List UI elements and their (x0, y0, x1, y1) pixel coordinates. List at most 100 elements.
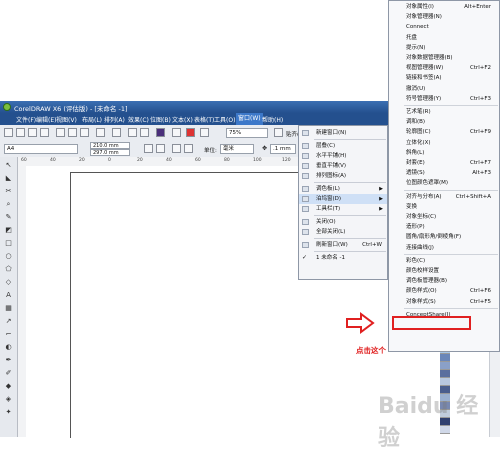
eyedropper-tool-icon[interactable]: ✒ (4, 356, 13, 365)
docker-menu-item[interactable]: 连接曲线(J) (389, 243, 499, 254)
menu-item-4[interactable]: 排列(A) (104, 115, 125, 124)
shape-tool-icon[interactable]: ◣ (4, 174, 13, 183)
save-icon[interactable] (28, 128, 37, 137)
freehand-tool-icon[interactable]: ✎ (4, 213, 13, 222)
copy-icon[interactable] (68, 128, 77, 137)
menu-item-6[interactable]: 位图(B) (150, 115, 171, 124)
text-tool-icon[interactable]: A (4, 291, 13, 300)
basic-shapes-icon[interactable]: ◇ (4, 278, 13, 287)
portrait-icon[interactable] (144, 144, 153, 153)
window-menu-item[interactable]: 关闭(O) (299, 217, 387, 227)
menu-separator (314, 238, 386, 239)
window-menu-item[interactable]: 全部关闭(L) (299, 227, 387, 237)
palette-swatch[interactable] (440, 370, 450, 378)
corel-connect-icon[interactable] (186, 128, 195, 137)
page-size-select[interactable]: A4 (4, 144, 78, 154)
paste-icon[interactable] (80, 128, 89, 137)
window-menu-item[interactable]: 新建窗口(N) (299, 128, 387, 138)
current-page-icon[interactable] (184, 144, 193, 153)
unit-select[interactable]: 毫米 (220, 144, 254, 154)
window-menu-item[interactable]: ✓ 1 未命名 -1 (299, 253, 387, 263)
menu-item-5[interactable]: 效果(C) (128, 115, 149, 124)
palette-swatch[interactable] (440, 378, 450, 386)
menu-item-7[interactable]: 文本(X) (172, 115, 193, 124)
menu-separator (404, 189, 498, 191)
dimension-tool-icon[interactable]: ↗ (4, 317, 13, 326)
palette-swatch[interactable] (440, 354, 450, 362)
menu-item-label: 1 未命名 -1 (316, 255, 345, 261)
window-menu-item[interactable]: 泊坞窗(D) ▶ (299, 194, 387, 204)
fill-tool-icon[interactable]: ◆ (4, 382, 13, 391)
menu-item-icon (302, 173, 309, 179)
window-menu-item[interactable]: 排列图标(A) (299, 171, 387, 181)
menu-item-icon (302, 163, 309, 169)
window-menu-item[interactable]: 调色板(L) ▶ (299, 184, 387, 194)
docker-menu-item[interactable]: 符号管理器(Y) Ctrl+F3 (389, 94, 499, 105)
redo-icon[interactable] (112, 128, 121, 137)
menu-item-icon (302, 206, 309, 212)
menu-item-11[interactable]: 帮助(H) (262, 115, 283, 124)
print-icon[interactable] (40, 128, 49, 137)
menu-item-label: 关闭(O) (316, 219, 336, 225)
object-styles-highlight (392, 316, 471, 330)
window-menu-item[interactable]: 层叠(C) (299, 141, 387, 151)
crop-tool-icon[interactable]: ✂ (4, 187, 13, 196)
menu-item-label: 全部关闭(L) (316, 229, 346, 235)
table-tool-icon[interactable]: ▦ (4, 304, 13, 313)
click-here-annotation: 点击这个 (356, 346, 386, 355)
pick-tool-icon[interactable]: ↖ (4, 161, 13, 170)
menu-item-icon (302, 196, 309, 202)
baidu-watermark: Baidu 经验 (378, 394, 479, 451)
window-menu-item[interactable]: 工具栏(T) ▶ (299, 204, 387, 214)
nudge-distance-field[interactable]: .1 mm (270, 144, 296, 154)
palette-swatch[interactable] (440, 362, 450, 370)
smart-fill-icon[interactable]: ◩ (4, 226, 13, 235)
polygon-tool-icon[interactable]: ⬠ (4, 265, 13, 274)
ruler-tick-label: 0 (108, 158, 111, 163)
menu-item-label: 工具栏(T) (316, 206, 341, 212)
all-pages-icon[interactable] (172, 144, 181, 153)
interactive-fill-icon[interactable]: ◈ (4, 395, 13, 404)
ellipse-tool-icon[interactable]: ○ (4, 252, 13, 261)
docker-menu-item[interactable]: 位图颜色遮罩(M) (389, 178, 499, 189)
new-document-icon[interactable] (4, 128, 13, 137)
menu-item-2[interactable]: 视图(V) (56, 115, 77, 124)
smart-drawing-icon[interactable]: ✦ (4, 408, 13, 417)
menu-separator (314, 251, 386, 252)
menu-item-0[interactable]: 文件(F) (16, 115, 36, 124)
ruler-tick-label: 20 (79, 158, 85, 163)
menu-item-label: 排列图标(A) (316, 173, 347, 179)
open-icon[interactable] (16, 128, 25, 137)
menu-item-3[interactable]: 布局(L) (82, 115, 102, 124)
cut-icon[interactable] (56, 128, 65, 137)
window-menu-item[interactable]: 刷新窗口(W) Ctrl+W (299, 240, 387, 250)
menu-item-9[interactable]: 工具(O) (214, 115, 235, 124)
menu-item-10[interactable]: 窗口(W) (236, 113, 263, 125)
ruler-tick-label: 40 (50, 158, 56, 163)
page-width-field[interactable]: 210.0 mm (90, 142, 130, 149)
publish-pdf-icon[interactable] (200, 128, 209, 137)
rectangle-tool-icon[interactable]: □ (4, 239, 13, 248)
connector-tool-icon[interactable]: ⌐ (4, 330, 13, 339)
welcome-screen-icon[interactable] (172, 128, 181, 137)
undo-icon[interactable] (96, 128, 105, 137)
zoom-tool-icon[interactable]: ⌕ (4, 200, 13, 209)
window-menu-item[interactable]: 水平平铺(H) (299, 151, 387, 161)
menu-item-8[interactable]: 表格(T) (194, 115, 214, 124)
export-icon[interactable] (140, 128, 149, 137)
coreldraw-logo-icon (3, 103, 11, 111)
docker-menu-item[interactable]: 对象样式(S) Ctrl+F5 (389, 297, 499, 308)
page-height-field[interactable]: 297.0 mm (90, 149, 130, 156)
full-screen-icon[interactable] (274, 128, 283, 137)
app-launcher-icon[interactable] (156, 128, 165, 137)
ruler-tick-label: 40 (166, 158, 172, 163)
dockers-submenu: 对象属性(I) Alt+Enter 对象管理器(N) Connect 托盘 提示(N) 对象… (388, 0, 500, 352)
outline-pen-icon[interactable]: ✐ (4, 369, 13, 378)
menu-item-icon (302, 153, 309, 159)
menu-item-1[interactable]: 编辑(E) (36, 115, 56, 124)
landscape-icon[interactable] (156, 144, 165, 153)
window-menu-item[interactable]: 垂直平铺(V) (299, 161, 387, 171)
import-icon[interactable] (128, 128, 137, 137)
zoom-level-select[interactable]: 75% (226, 128, 268, 138)
blend-tool-icon[interactable]: ◐ (4, 343, 13, 352)
